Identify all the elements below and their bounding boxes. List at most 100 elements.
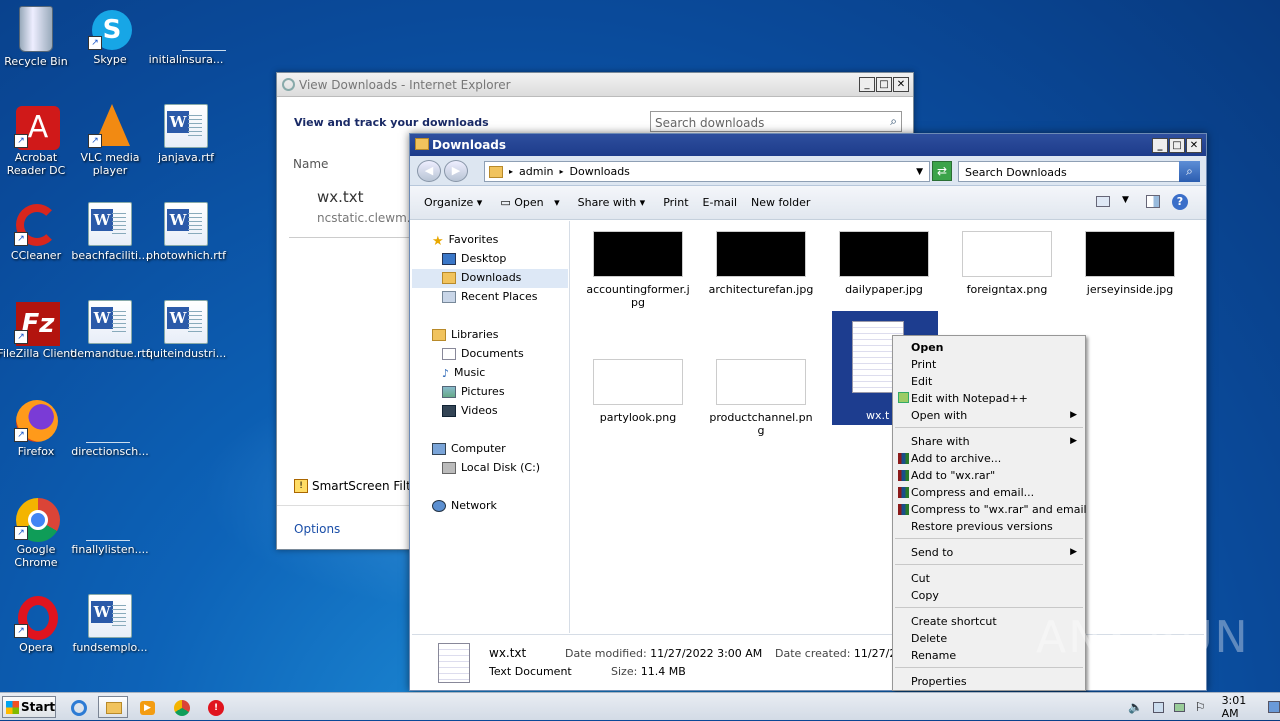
nav-favorites[interactable]: ★ Favorites bbox=[432, 233, 498, 249]
file-item-jerseyinside[interactable]: jerseyinside.jpg bbox=[1075, 231, 1185, 296]
taskbar-explorer-button[interactable] bbox=[98, 696, 128, 718]
file-item-accountingformer[interactable]: accountingformer.j pg bbox=[583, 231, 693, 309]
ie-download-item[interactable]: wx.txt ncstatic.clewm.n bbox=[289, 178, 418, 236]
desktop-icon-beachfaciliti[interactable]: beachfaciliti... bbox=[70, 202, 150, 262]
change-view-icon[interactable] bbox=[1096, 196, 1110, 207]
explorer-title-bar[interactable]: Downloads _ □ ✕ bbox=[410, 134, 1206, 156]
close-button[interactable]: ✕ bbox=[1186, 138, 1202, 153]
nav-computer[interactable]: Computer bbox=[432, 442, 506, 455]
address-box[interactable]: ▸ admin ▸ Downloads ▼ bbox=[484, 161, 930, 182]
desktop-icon-skype[interactable]: S ↗ Skype bbox=[70, 6, 150, 66]
nav-recent-places[interactable]: Recent Places bbox=[442, 290, 538, 303]
explorer-search-box[interactable]: Search Downloads ⌕ bbox=[958, 161, 1200, 182]
network-tray-icon[interactable] bbox=[1152, 701, 1164, 713]
refresh-button[interactable]: ⇄ bbox=[932, 161, 952, 181]
ie-search-box[interactable]: Search downloads ⌕ bbox=[650, 111, 902, 132]
help-icon[interactable]: ? bbox=[1172, 194, 1188, 210]
nav-documents[interactable]: Documents bbox=[442, 347, 524, 360]
options-link[interactable]: Options bbox=[294, 522, 340, 536]
menu-compress-rar-email[interactable]: Compress to "wx.rar" and email bbox=[911, 503, 1087, 516]
menu-send-to[interactable]: Send to bbox=[911, 546, 953, 559]
show-desktop-icon[interactable] bbox=[1268, 701, 1280, 713]
menu-rename[interactable]: Rename bbox=[911, 649, 956, 662]
ie-title-bar[interactable]: View Downloads - Internet Explorer _ □ ✕ bbox=[277, 73, 913, 97]
menu-add-to-rar[interactable]: Add to "wx.rar" bbox=[911, 469, 995, 482]
desktop-icon-filezilla[interactable]: Fz ↗ FileZilla Client bbox=[0, 300, 76, 360]
desktop-icon-recycle-bin[interactable]: Recycle Bin bbox=[0, 6, 76, 68]
desktop-icon-firefox[interactable]: ↗ Firefox bbox=[0, 398, 76, 458]
file-item-foreigntax[interactable]: foreigntax.png bbox=[952, 231, 1062, 296]
chevron-right-icon[interactable]: ▸ bbox=[559, 167, 563, 176]
nav-videos[interactable]: Videos bbox=[442, 404, 498, 417]
menu-print[interactable]: Print bbox=[911, 358, 936, 371]
desktop-icon-vlc[interactable]: ↗ VLC media player bbox=[70, 104, 150, 177]
maximize-button[interactable]: □ bbox=[876, 77, 892, 92]
smartscreen-link[interactable]: ! SmartScreen Filte bbox=[294, 479, 418, 493]
menu-compress-email[interactable]: Compress and email... bbox=[911, 486, 1034, 499]
nav-desktop[interactable]: Desktop bbox=[442, 252, 506, 265]
organize-button[interactable]: Organize ▾ bbox=[424, 196, 482, 209]
ie-column-name[interactable]: Name bbox=[293, 157, 328, 171]
desktop-icon-chrome[interactable]: ↗ Google Chrome bbox=[0, 496, 76, 569]
menu-edit-notepadpp[interactable]: Edit with Notepad++ bbox=[911, 392, 1028, 405]
chevron-right-icon[interactable]: ▸ bbox=[509, 167, 513, 176]
breadcrumb-admin[interactable]: admin bbox=[519, 165, 553, 178]
taskbar-ie-button[interactable] bbox=[64, 696, 94, 718]
nav-libraries[interactable]: Libraries bbox=[432, 328, 499, 341]
close-button[interactable]: ✕ bbox=[893, 77, 909, 92]
nav-local-disk[interactable]: Local Disk (C:) bbox=[442, 461, 540, 474]
taskbar-opera-button[interactable]: ! bbox=[200, 696, 230, 718]
desktop-icon-initialinsura[interactable]: initialinsura... bbox=[146, 6, 226, 66]
taskbar-chrome-button[interactable] bbox=[166, 696, 196, 718]
menu-cut[interactable]: Cut bbox=[911, 572, 930, 585]
minimize-button[interactable]: _ bbox=[1152, 138, 1168, 153]
minimize-button[interactable]: _ bbox=[859, 77, 875, 92]
chevron-down-icon[interactable]: ▼ bbox=[1122, 195, 1129, 205]
desktop-icon-janjava[interactable]: janjava.rtf bbox=[146, 104, 226, 164]
share-with-button[interactable]: Share with ▾ bbox=[578, 196, 646, 209]
nav-network[interactable]: Network bbox=[432, 499, 497, 512]
back-button[interactable]: ◀ bbox=[417, 160, 441, 182]
desktop-icon-directionsch[interactable]: directionsch... bbox=[70, 398, 150, 458]
nav-pictures[interactable]: Pictures bbox=[442, 385, 505, 398]
nav-downloads[interactable]: Downloads bbox=[442, 271, 521, 284]
desktop-icon-fundsemplo[interactable]: fundsemplo... bbox=[70, 594, 150, 654]
menu-share-with[interactable]: Share with bbox=[911, 435, 970, 448]
search-icon[interactable]: ⌕ bbox=[1179, 161, 1200, 182]
action-center-flag-icon[interactable]: ⚐ bbox=[1195, 700, 1206, 714]
email-button[interactable]: E-mail bbox=[703, 196, 738, 209]
menu-add-to-archive[interactable]: Add to archive... bbox=[911, 452, 1001, 465]
file-item-dailypaper[interactable]: dailypaper.jpg bbox=[829, 231, 939, 296]
taskbar-media-player-button[interactable]: ▶ bbox=[132, 696, 162, 718]
menu-delete[interactable]: Delete bbox=[911, 632, 947, 645]
chevron-down-icon[interactable]: ▼ bbox=[916, 167, 923, 177]
power-icon[interactable] bbox=[1173, 702, 1185, 712]
file-item-productchannel[interactable]: productchannel.pn g bbox=[706, 359, 816, 437]
desktop-icon-demandtue[interactable]: demandtue.rtf bbox=[70, 300, 150, 360]
file-item-partylook[interactable]: partylook.png bbox=[583, 359, 693, 424]
print-button[interactable]: Print bbox=[663, 196, 688, 209]
desktop-icon-acrobat[interactable]: A ↗ Acrobat Reader DC bbox=[0, 104, 76, 177]
desktop-icon-finallylisten[interactable]: finallylisten.... bbox=[70, 496, 150, 556]
desktop-icon-quiteindustri[interactable]: quiteindustri... bbox=[146, 300, 226, 360]
explorer-window[interactable]: Downloads _ □ ✕ ◀ ▶ ▸ admin ▸ Downloads … bbox=[409, 133, 1207, 691]
desktop-icon-ccleaner[interactable]: ↗ CCleaner bbox=[0, 202, 76, 262]
menu-create-shortcut[interactable]: Create shortcut bbox=[911, 615, 997, 628]
breadcrumb-downloads[interactable]: Downloads bbox=[570, 165, 630, 178]
preview-pane-icon[interactable] bbox=[1146, 195, 1160, 208]
desktop-icon-opera[interactable]: ↗ Opera bbox=[0, 594, 76, 654]
maximize-button[interactable]: □ bbox=[1169, 138, 1185, 153]
menu-copy[interactable]: Copy bbox=[911, 589, 939, 602]
menu-edit[interactable]: Edit bbox=[911, 375, 932, 388]
forward-button[interactable]: ▶ bbox=[444, 160, 468, 182]
menu-open-with[interactable]: Open with bbox=[911, 409, 967, 422]
file-item-architecturefan[interactable]: architecturefan.jpg bbox=[706, 231, 816, 296]
start-button[interactable]: Start bbox=[2, 696, 56, 718]
menu-properties[interactable]: Properties bbox=[911, 675, 967, 688]
menu-open[interactable]: Open bbox=[911, 341, 944, 354]
clock[interactable]: 3:01 AM bbox=[1222, 694, 1259, 720]
open-button[interactable]: ▭ Open ▾ bbox=[500, 196, 559, 209]
new-folder-button[interactable]: New folder bbox=[751, 196, 810, 209]
menu-restore-previous[interactable]: Restore previous versions bbox=[911, 520, 1053, 533]
desktop-icon-photowhich[interactable]: photowhich.rtf bbox=[146, 202, 226, 262]
